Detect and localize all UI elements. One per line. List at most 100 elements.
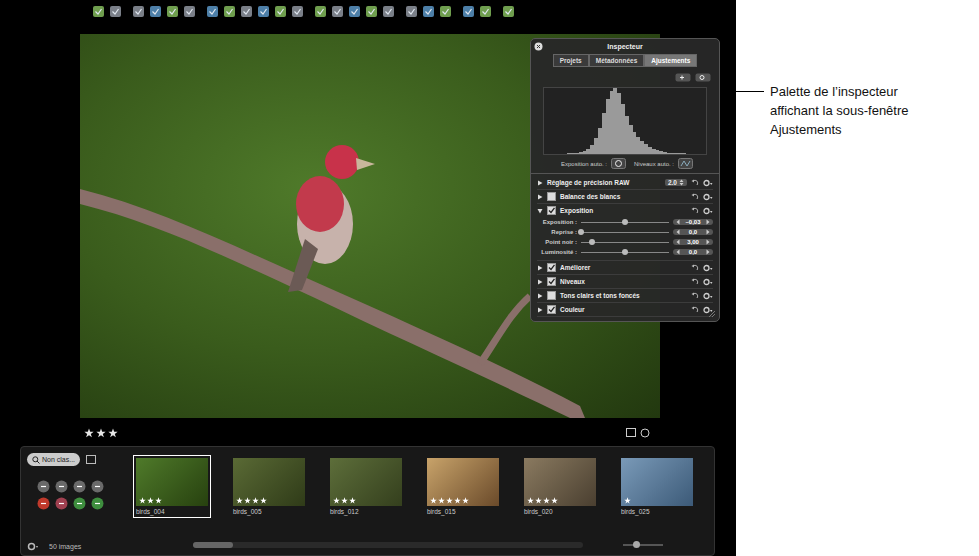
close-icon[interactable] bbox=[534, 42, 543, 51]
gear-icon[interactable] bbox=[27, 542, 39, 551]
tab[interactable]: Projets bbox=[553, 54, 589, 67]
revert-icon[interactable] bbox=[691, 264, 699, 271]
slider[interactable] bbox=[581, 232, 669, 233]
slider[interactable] bbox=[581, 252, 669, 253]
value-stepper[interactable]: 2.0 bbox=[665, 179, 687, 186]
tool-icon[interactable] bbox=[439, 5, 452, 18]
adjusted-icon bbox=[640, 428, 650, 438]
zoom-slider[interactable] bbox=[623, 544, 663, 546]
control-button-icon[interactable] bbox=[73, 480, 86, 493]
tool-icon[interactable] bbox=[206, 5, 219, 18]
revert-icon[interactable] bbox=[691, 179, 699, 186]
gear-icon[interactable] bbox=[703, 264, 713, 272]
gear-icon[interactable] bbox=[703, 278, 713, 286]
inspector-tabs: ProjetsMétadonnéesAjustements bbox=[531, 54, 719, 67]
thumbnail[interactable]: birds_025 bbox=[618, 455, 696, 518]
tool-icon[interactable] bbox=[149, 5, 162, 18]
tool-icon[interactable] bbox=[166, 5, 179, 18]
revert-icon[interactable] bbox=[691, 278, 699, 285]
tool-icon[interactable] bbox=[291, 5, 304, 18]
tool-icon[interactable] bbox=[365, 5, 378, 18]
filter-field[interactable]: Non clas... bbox=[27, 453, 80, 466]
star-icon bbox=[341, 497, 348, 504]
decrease-icon[interactable] bbox=[676, 229, 680, 235]
tool-icon[interactable] bbox=[109, 5, 122, 18]
checkbox[interactable] bbox=[547, 277, 556, 286]
slider[interactable] bbox=[581, 222, 669, 223]
checkbox[interactable] bbox=[547, 192, 556, 201]
checkbox[interactable] bbox=[547, 291, 556, 300]
auto-exposure-icon[interactable] bbox=[611, 158, 626, 169]
tool-icon[interactable] bbox=[331, 5, 344, 18]
tool-icon[interactable] bbox=[382, 5, 395, 18]
thumbnail[interactable]: birds_004 bbox=[133, 455, 211, 518]
tool-icon[interactable] bbox=[223, 5, 236, 18]
control-button-icon[interactable] bbox=[73, 497, 86, 510]
gear-icon[interactable] bbox=[703, 179, 713, 187]
disclosure-icon[interactable] bbox=[537, 307, 543, 313]
filmstrip-scrollbar[interactable] bbox=[193, 542, 583, 548]
star-icon bbox=[438, 497, 445, 504]
tool-icon[interactable] bbox=[422, 5, 435, 18]
decrease-icon[interactable] bbox=[676, 219, 680, 225]
tool-icon[interactable] bbox=[257, 5, 270, 18]
increase-icon[interactable] bbox=[706, 239, 710, 245]
disclosure-icon[interactable] bbox=[537, 279, 543, 285]
gear-icon[interactable] bbox=[695, 73, 711, 82]
checkbox[interactable] bbox=[547, 206, 556, 215]
thumbnail[interactable]: birds_012 bbox=[327, 455, 405, 518]
control-button-icon[interactable] bbox=[91, 497, 104, 510]
revert-icon[interactable] bbox=[691, 306, 699, 313]
checkbox[interactable] bbox=[547, 305, 556, 314]
auto-levels-icon[interactable] bbox=[678, 158, 693, 169]
revert-icon[interactable] bbox=[691, 292, 699, 299]
thumbnail[interactable]: birds_015 bbox=[424, 455, 502, 518]
disclosure-icon[interactable] bbox=[537, 265, 543, 271]
disclosure-icon[interactable] bbox=[537, 180, 543, 186]
disclosure-icon[interactable] bbox=[537, 194, 543, 200]
tool-icon[interactable] bbox=[92, 5, 105, 18]
tool-icon[interactable] bbox=[240, 5, 253, 18]
tool-icon[interactable] bbox=[132, 5, 145, 18]
control-button-icon[interactable] bbox=[55, 480, 68, 493]
value-field[interactable]: –0,03 bbox=[673, 219, 713, 225]
tool-icon[interactable] bbox=[314, 5, 327, 18]
increase-icon[interactable] bbox=[706, 229, 710, 235]
checkbox[interactable] bbox=[547, 263, 556, 272]
gear-icon[interactable] bbox=[703, 306, 713, 314]
disclosure-icon[interactable] bbox=[537, 293, 543, 299]
control-button-icon[interactable] bbox=[91, 480, 104, 493]
tab[interactable]: Ajustements bbox=[644, 54, 697, 67]
tool-icon[interactable] bbox=[348, 5, 361, 18]
slider[interactable] bbox=[581, 242, 669, 243]
browser-icon[interactable] bbox=[86, 455, 96, 464]
decrease-icon[interactable] bbox=[676, 239, 680, 245]
gear-icon[interactable] bbox=[703, 193, 713, 201]
value-field[interactable]: 0,0 bbox=[673, 229, 713, 235]
disclosure-icon[interactable] bbox=[537, 208, 543, 214]
increase-icon[interactable] bbox=[706, 219, 710, 225]
add-adjustment-icon[interactable] bbox=[675, 73, 691, 82]
gear-icon[interactable] bbox=[703, 292, 713, 300]
gear-icon[interactable] bbox=[703, 207, 713, 215]
thumbnail[interactable]: birds_020 bbox=[521, 455, 599, 518]
control-button-icon[interactable] bbox=[37, 497, 50, 510]
tool-icon[interactable] bbox=[502, 5, 515, 18]
control-button-icon[interactable] bbox=[55, 497, 68, 510]
thumbnail[interactable]: birds_005 bbox=[230, 455, 308, 518]
tool-icon[interactable] bbox=[405, 5, 418, 18]
value-field[interactable]: 3,00 bbox=[673, 239, 713, 245]
increase-icon[interactable] bbox=[706, 249, 710, 255]
photo-rating[interactable] bbox=[84, 428, 118, 438]
resize-grip-icon[interactable] bbox=[708, 310, 716, 318]
value-field[interactable]: 0,0 bbox=[673, 249, 713, 255]
tool-icon[interactable] bbox=[183, 5, 196, 18]
tool-icon[interactable] bbox=[462, 5, 475, 18]
control-button-icon[interactable] bbox=[37, 480, 50, 493]
revert-icon[interactable] bbox=[691, 193, 699, 200]
tool-icon[interactable] bbox=[274, 5, 287, 18]
tool-icon[interactable] bbox=[479, 5, 492, 18]
revert-icon[interactable] bbox=[691, 207, 699, 214]
decrease-icon[interactable] bbox=[676, 249, 680, 255]
tab[interactable]: Métadonnées bbox=[589, 54, 645, 67]
